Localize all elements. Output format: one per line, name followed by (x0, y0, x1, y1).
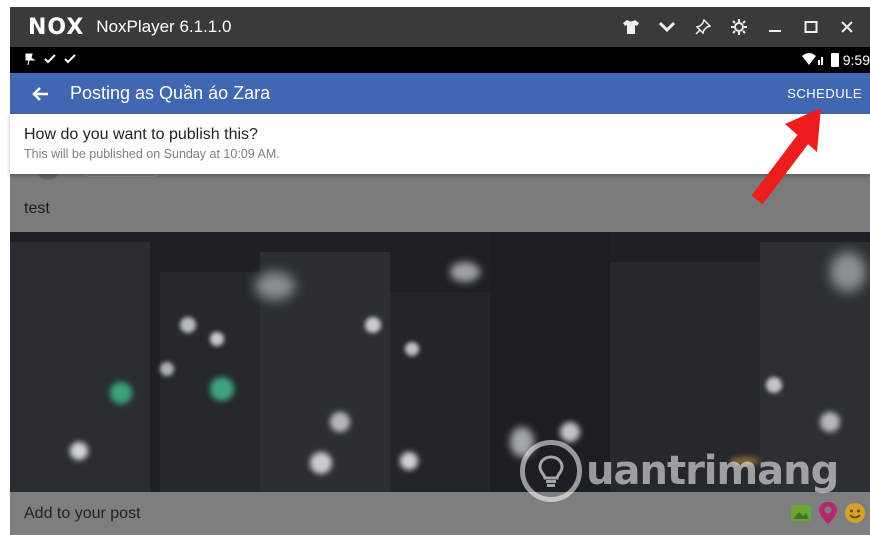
watermark-logo: uantrimang (520, 440, 839, 502)
back-arrow-icon[interactable] (28, 82, 52, 106)
lightbulb-icon (520, 440, 582, 502)
emoji-icon[interactable] (844, 502, 866, 529)
publish-schedule-subtitle: This will be published on Sunday at 10:0… (24, 147, 280, 161)
chevron-down-icon[interactable] (652, 12, 682, 42)
add-to-post-label: Add to your post (24, 505, 141, 522)
add-to-post-icons (790, 501, 866, 530)
notification-pin-icon (24, 52, 36, 68)
nox-logo: NOX (28, 14, 85, 40)
window-title: NoxPlayer 6.1.1.0 (96, 17, 232, 36)
audience-chip (85, 174, 157, 177)
android-status-bar: 9:59 (10, 47, 870, 73)
app-toolbar: Posting as Quần áo Zara SCHEDULE (10, 73, 870, 114)
composer-header: test (10, 174, 870, 232)
gear-icon[interactable] (724, 12, 754, 42)
window-controls (610, 7, 862, 47)
photo-icon[interactable] (790, 502, 812, 529)
publish-options-panel[interactable]: How do you want to publish this? This wi… (10, 114, 870, 174)
emulator-title-bar: NOX NoxPlayer 6.1.1.0 (10, 7, 870, 47)
check-icon (64, 52, 76, 68)
annotation-arrow-icon (751, 108, 821, 205)
publish-question: How do you want to publish this? (24, 126, 258, 143)
battery-icon (830, 53, 839, 67)
shirt-icon[interactable] (616, 12, 646, 42)
avatar (35, 174, 61, 180)
post-text[interactable]: test (24, 200, 50, 218)
clock-time: 9:59 (842, 52, 870, 68)
wifi-signal-icon (801, 52, 827, 69)
location-pin-icon[interactable] (818, 501, 838, 530)
check-icon (44, 52, 56, 68)
watermark-text: uantrimang (586, 448, 839, 494)
schedule-button[interactable]: SCHEDULE (787, 86, 862, 101)
maximize-icon[interactable] (796, 12, 826, 42)
close-icon[interactable] (832, 12, 862, 42)
pin-icon[interactable] (688, 12, 718, 42)
page-title: Posting as Quần áo Zara (70, 83, 271, 103)
minimize-icon[interactable] (760, 12, 790, 42)
